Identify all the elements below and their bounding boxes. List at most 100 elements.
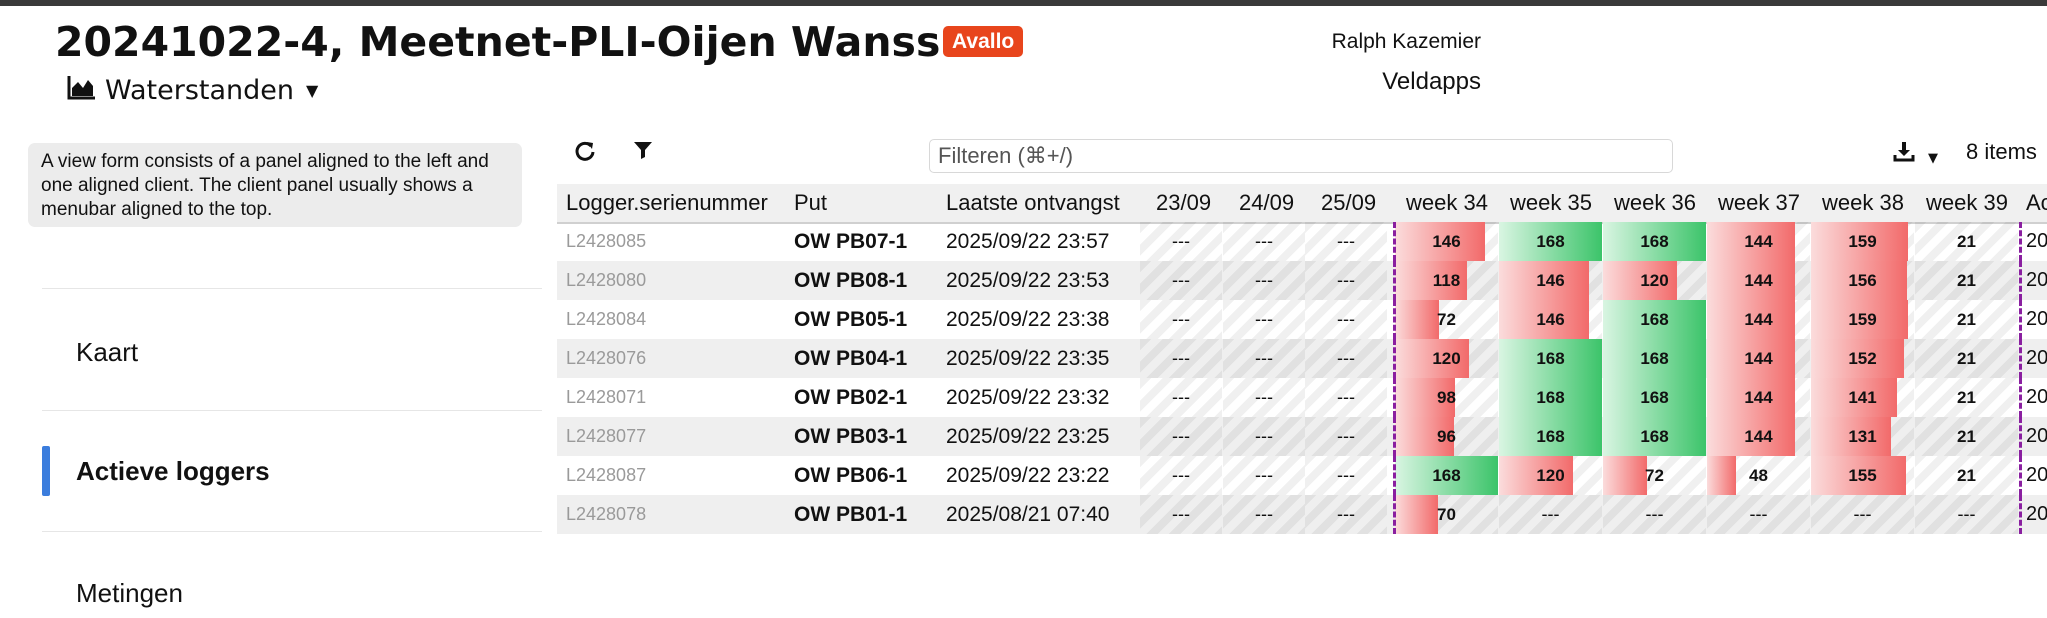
column-header-extra[interactable]: Ac: [2026, 190, 2047, 216]
current-week-marker: [2019, 495, 2022, 534]
column-header-week-35[interactable]: week 35: [1510, 190, 1592, 216]
table-row[interactable]: L2428071 OW PB02-1 2025/09/22 23:32 --- --- -…: [557, 378, 2047, 417]
cell-last-received: 2025/09/22 23:53: [946, 269, 1110, 292]
week-value: 21: [1957, 466, 1976, 485]
download-button[interactable]: ▼: [1893, 140, 1938, 168]
filter-icon: [633, 141, 653, 166]
week-value: 21: [1957, 232, 1976, 251]
sidebar-item-metingen[interactable]: Metingen: [42, 568, 542, 618]
caret-down-icon: ▼: [306, 81, 319, 100]
table-row[interactable]: L2428080 OW PB08-1 2025/09/22 23:53 --- --- -…: [557, 261, 2047, 300]
current-week-marker: [2019, 417, 2022, 456]
cell-week: ---: [1603, 495, 1706, 534]
cell-week: ---: [1811, 495, 1914, 534]
week-value: 152: [1848, 349, 1877, 368]
cell-week: 146: [1499, 261, 1602, 300]
cell-serial: L2428078: [566, 504, 647, 524]
table-row[interactable]: L2428078 OW PB01-1 2025/08/21 07:40 --- --- -…: [557, 495, 2047, 534]
cell-week: 98: [1395, 378, 1498, 417]
cell-week: 168: [1499, 378, 1602, 417]
cell-extra: 20: [2026, 308, 2047, 330]
cell-put: OW PB01-1: [794, 503, 908, 526]
column-header-week-39[interactable]: week 39: [1926, 190, 2008, 216]
week-value: 168: [1536, 349, 1565, 368]
column-header-week-38[interactable]: week 38: [1822, 190, 1904, 216]
cell-week: 70: [1395, 495, 1498, 534]
cell-week: 144: [1707, 339, 1810, 378]
filter-input[interactable]: [929, 139, 1673, 173]
column-header-last-received[interactable]: Laatste ontvangst: [946, 190, 1120, 216]
cell-week: 146: [1395, 222, 1498, 261]
view-selector[interactable]: Waterstanden ▼: [67, 74, 318, 107]
column-header-serial[interactable]: Logger.serienummer: [566, 190, 768, 216]
cell-serial: L2428076: [566, 348, 647, 368]
cell-extra: 20: [2026, 347, 2047, 369]
cell-day: ---: [1223, 222, 1305, 261]
cell-day: ---: [1305, 378, 1387, 417]
column-header-day-1[interactable]: 23/09: [1156, 190, 1211, 216]
column-header-put[interactable]: Put: [794, 190, 827, 216]
cell-put: OW PB06-1: [794, 464, 908, 487]
week-value: 144: [1744, 232, 1773, 251]
week-value: 168: [1640, 388, 1669, 407]
week-value: ---: [1541, 504, 1560, 524]
current-week-marker: [1393, 456, 1396, 495]
week-value: 120: [1536, 466, 1565, 485]
week-value: 96: [1437, 427, 1456, 446]
cell-week: 144: [1707, 222, 1810, 261]
column-header-week-34[interactable]: week 34: [1406, 190, 1488, 216]
cell-extra: 20: [2026, 230, 2047, 252]
table-row[interactable]: L2428087 OW PB06-1 2025/09/22 23:22 --- --- -…: [557, 456, 2047, 495]
week-value: ---: [1645, 504, 1664, 524]
column-header-week-36[interactable]: week 36: [1614, 190, 1696, 216]
current-week-marker: [1393, 417, 1396, 456]
cell-extra: 20: [2026, 425, 2047, 447]
cell-week: 168: [1603, 222, 1706, 261]
brand-badge: Avallo: [943, 26, 1024, 57]
table-row[interactable]: L2428084 OW PB05-1 2025/09/22 23:38 --- --- -…: [557, 300, 2047, 339]
column-header-day-3[interactable]: 25/09: [1321, 190, 1376, 216]
cell-week: 168: [1499, 222, 1602, 261]
sidebar-item-kaart[interactable]: Kaart: [42, 327, 542, 377]
refresh-button[interactable]: [574, 140, 596, 168]
week-value: 168: [1640, 349, 1669, 368]
cell-week: 159: [1811, 300, 1914, 339]
user-name[interactable]: Ralph Kazemier: [1332, 30, 1481, 54]
cell-week: 168: [1603, 339, 1706, 378]
table-row[interactable]: L2428085 OW PB07-1 2025/09/22 23:57 --- --- -…: [557, 222, 2047, 261]
filter-button[interactable]: [633, 140, 653, 166]
week-value: 168: [1640, 427, 1669, 446]
week-value: 118: [1432, 271, 1461, 290]
week-value: 144: [1744, 310, 1773, 329]
cell-day: ---: [1223, 300, 1305, 339]
chart-area-icon: [67, 74, 97, 107]
nav-divider: [42, 410, 542, 411]
cell-serial: L2428084: [566, 309, 647, 329]
cell-week: 21: [1915, 300, 2018, 339]
cell-last-received: 2025/09/22 23:22: [946, 464, 1110, 487]
cell-serial: L2428080: [566, 270, 647, 290]
week-value: 48: [1749, 466, 1768, 485]
cell-last-received: 2025/09/22 23:25: [946, 425, 1110, 448]
table-row[interactable]: L2428077 OW PB03-1 2025/09/22 23:25 --- --- -…: [557, 417, 2047, 456]
items-count: 8 items: [1966, 139, 2037, 164]
column-header-day-2[interactable]: 24/09: [1239, 190, 1294, 216]
cell-put: OW PB02-1: [794, 386, 908, 409]
cell-day: ---: [1140, 456, 1222, 495]
cell-week: 144: [1707, 378, 1810, 417]
current-week-marker: [1393, 222, 1396, 261]
current-week-marker: [2019, 456, 2022, 495]
app-name[interactable]: Veldapps: [1382, 68, 1481, 96]
table-row[interactable]: L2428076 OW PB04-1 2025/09/22 23:35 --- --- -…: [557, 339, 2047, 378]
week-value: 144: [1744, 388, 1773, 407]
cell-put: OW PB08-1: [794, 269, 908, 292]
cell-week: 96: [1395, 417, 1498, 456]
active-indicator: [42, 446, 50, 496]
cell-day: ---: [1305, 495, 1387, 534]
cell-day: ---: [1305, 261, 1387, 300]
cell-week: 72: [1395, 300, 1498, 339]
column-header-week-37[interactable]: week 37: [1718, 190, 1800, 216]
week-value: 70: [1437, 505, 1456, 524]
cell-week: 21: [1915, 339, 2018, 378]
sidebar-item-actieve-loggers[interactable]: Actieve loggers: [42, 446, 542, 496]
